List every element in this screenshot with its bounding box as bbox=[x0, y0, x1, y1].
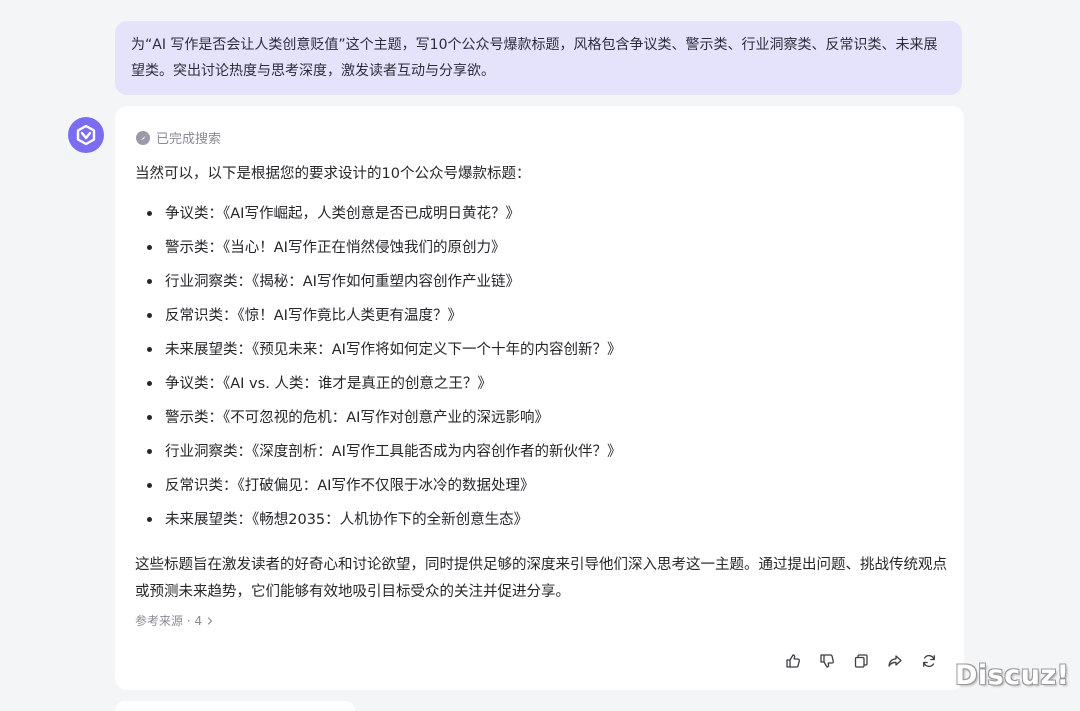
headline-text: 反常识类：《打破偏见：AI写作不仅限于冰冷的数据处理》 bbox=[165, 478, 535, 494]
like-button[interactable] bbox=[784, 652, 802, 670]
list-item: 未来展望类：《预见未来：AI写作将如何定义下一个十年的内容创新？》 bbox=[135, 339, 935, 373]
bullet-dot bbox=[147, 245, 152, 250]
watermark: Discuz! bbox=[955, 660, 1070, 691]
assistant-avatar bbox=[68, 117, 104, 153]
answer-intro: 当然可以，以下是根据您的要求设计的10个公众号爆款标题： bbox=[135, 166, 531, 182]
bullet-dot bbox=[147, 211, 152, 216]
thumbs-down-icon bbox=[820, 654, 834, 668]
headline-text: 行业洞察类：《深度剖析：AI写作工具能否成为内容创作者的新伙伴？》 bbox=[165, 444, 622, 460]
answer-summary: 这些标题旨在激发读者的好奇心和讨论欲望，同时提供足够的深度来引导他们深入思考这一… bbox=[135, 557, 947, 600]
next-message-card-edge bbox=[115, 701, 355, 711]
sources-label: 参考来源 · 4 bbox=[135, 614, 203, 628]
assistant-logo-icon bbox=[76, 124, 96, 146]
search-status[interactable]: 已完成搜索 bbox=[136, 128, 221, 147]
bullet-dot bbox=[147, 279, 152, 284]
assistant-answer-card: 已完成搜索 当然可以，以下是根据您的要求设计的10个公众号爆款标题： 争议类：《… bbox=[115, 106, 964, 690]
headline-text: 警示类：《当心！AI写作正在悄然侵蚀我们的原创力》 bbox=[165, 240, 506, 256]
bullet-dot bbox=[147, 313, 152, 318]
headline-text: 反常识类：《惊！AI写作竟比人类更有温度？》 bbox=[165, 308, 462, 324]
list-item: 反常识类：《惊！AI写作竟比人类更有温度？》 bbox=[135, 305, 935, 339]
bullet-dot bbox=[147, 483, 152, 488]
headline-text: 警示类：《不可忽视的危机：AI写作对创意产业的深远影响》 bbox=[165, 410, 549, 426]
list-item: 争议类：《AI写作崛起，人类创意是否已成明日黄花？》 bbox=[135, 203, 935, 237]
share-icon bbox=[888, 655, 902, 667]
copy-icon bbox=[854, 654, 868, 668]
bullet-dot bbox=[147, 415, 152, 420]
headline-list: 争议类：《AI写作崛起，人类创意是否已成明日黄花？》 警示类：《当心！AI写作正… bbox=[135, 203, 935, 543]
user-message-bubble: 为“AI 写作是否会让人类创意贬值”这个主题，写10个公众号爆款标题，风格包含争… bbox=[115, 21, 962, 95]
dislike-button[interactable] bbox=[818, 652, 836, 670]
regenerate-button[interactable] bbox=[920, 652, 938, 670]
bullet-dot bbox=[147, 517, 152, 522]
headline-text: 争议类：《AI写作崛起，人类创意是否已成明日黄花？》 bbox=[165, 206, 520, 222]
sources-link[interactable]: 参考来源 · 4 bbox=[135, 612, 215, 629]
list-item: 行业洞察类：《深度剖析：AI写作工具能否成为内容创作者的新伙伴？》 bbox=[135, 441, 935, 475]
bullet-dot bbox=[147, 449, 152, 454]
headline-text: 争议类：《AI vs. 人类：谁才是真正的创意之王？》 bbox=[165, 376, 492, 392]
search-status-label: 已完成搜索 bbox=[156, 132, 222, 147]
copy-button[interactable] bbox=[852, 652, 870, 670]
search-done-icon bbox=[136, 130, 150, 145]
headline-text: 行业洞察类：《揭秘：AI写作如何重塑内容创作产业链》 bbox=[165, 274, 520, 290]
chevron-right-icon bbox=[207, 616, 213, 625]
thumbs-up-icon bbox=[786, 654, 800, 668]
list-item: 反常识类：《打破偏见：AI写作不仅限于冰冷的数据处理》 bbox=[135, 475, 935, 509]
regenerate-icon bbox=[923, 654, 935, 668]
list-item: 警示类：《当心！AI写作正在悄然侵蚀我们的原创力》 bbox=[135, 237, 935, 271]
user-message-text: 为“AI 写作是否会让人类创意贬值”这个主题，写10个公众号爆款标题，风格包含争… bbox=[131, 37, 938, 79]
bullet-dot bbox=[147, 381, 152, 386]
bullet-dot bbox=[147, 347, 152, 352]
list-item: 未来展望类：《畅想2035：人机协作下的全新创意生态》 bbox=[135, 509, 935, 543]
message-actions bbox=[784, 652, 938, 670]
share-button[interactable] bbox=[886, 652, 904, 670]
list-item: 争议类：《AI vs. 人类：谁才是真正的创意之王？》 bbox=[135, 373, 935, 407]
list-item: 警示类：《不可忽视的危机：AI写作对创意产业的深远影响》 bbox=[135, 407, 935, 441]
headline-text: 未来展望类：《畅想2035：人机协作下的全新创意生态》 bbox=[165, 512, 529, 528]
headline-text: 未来展望类：《预见未来：AI写作将如何定义下一个十年的内容创新？》 bbox=[165, 342, 622, 358]
list-item: 行业洞察类：《揭秘：AI写作如何重塑内容创作产业链》 bbox=[135, 271, 935, 305]
